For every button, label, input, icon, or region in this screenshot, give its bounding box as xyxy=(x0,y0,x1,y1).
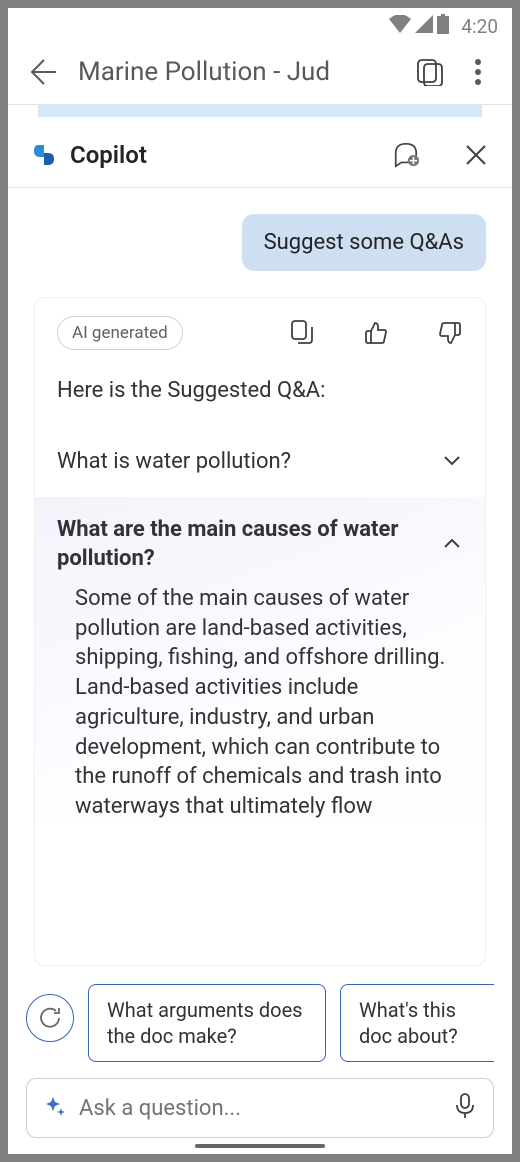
thumbs-down-button[interactable] xyxy=(437,320,463,346)
clock: 4:20 xyxy=(461,15,498,38)
mic-icon[interactable] xyxy=(455,1093,475,1123)
ai-generated-badge: AI generated xyxy=(57,316,183,350)
home-indicator xyxy=(195,1144,325,1148)
new-chat-button[interactable] xyxy=(392,141,420,169)
chevron-down-icon xyxy=(443,452,463,472)
back-button[interactable] xyxy=(26,56,58,88)
doc-background-strip xyxy=(8,105,512,121)
refresh-suggestions-button[interactable] xyxy=(26,994,74,1042)
thumbs-up-button[interactable] xyxy=(363,320,389,346)
suggestion-chip[interactable]: What arguments does the doc make? xyxy=(88,984,326,1062)
close-button[interactable] xyxy=(462,141,490,169)
suggestion-chip[interactable]: What's this doc about? xyxy=(340,984,494,1062)
status-bar: 4:20 xyxy=(8,8,512,38)
battery-icon xyxy=(437,14,449,38)
input-section: What arguments does the doc make? What's… xyxy=(8,966,512,1154)
copilot-title: Copilot xyxy=(70,141,380,169)
ai-intro-text: Here is the Suggested Q&A: xyxy=(57,378,463,403)
chevron-up-icon xyxy=(443,534,463,554)
copilot-pane-header: Copilot xyxy=(8,121,512,187)
copy-button[interactable] xyxy=(289,320,315,346)
chat-area: Suggest some Q&As AI generated Here is t… xyxy=(8,188,512,966)
doc-header: Marine Pollution - Jud xyxy=(8,38,512,104)
doc-title: Marine Pollution - Jud xyxy=(78,57,396,87)
qa-item[interactable]: What is water pollution? xyxy=(57,433,463,491)
qa-item[interactable]: What are the main causes of water pollut… xyxy=(35,497,485,822)
ai-response-card: AI generated Here is the Suggested Q&A: … xyxy=(34,297,486,966)
wifi-icon xyxy=(389,15,411,37)
ask-input[interactable]: Ask a question... xyxy=(26,1078,494,1138)
sparkle-icon xyxy=(45,1096,65,1120)
copilot-header-icon[interactable] xyxy=(416,57,446,87)
more-options-button[interactable] xyxy=(466,59,490,85)
user-message: Suggest some Q&As xyxy=(242,214,486,271)
signal-icon xyxy=(415,15,433,37)
copilot-logo-icon xyxy=(30,141,58,169)
qa-question: What is water pollution? xyxy=(57,447,291,477)
qa-answer: Some of the main causes of water polluti… xyxy=(57,584,463,822)
ask-placeholder: Ask a question... xyxy=(79,1096,441,1121)
qa-question: What are the main causes of water pollut… xyxy=(57,515,433,574)
